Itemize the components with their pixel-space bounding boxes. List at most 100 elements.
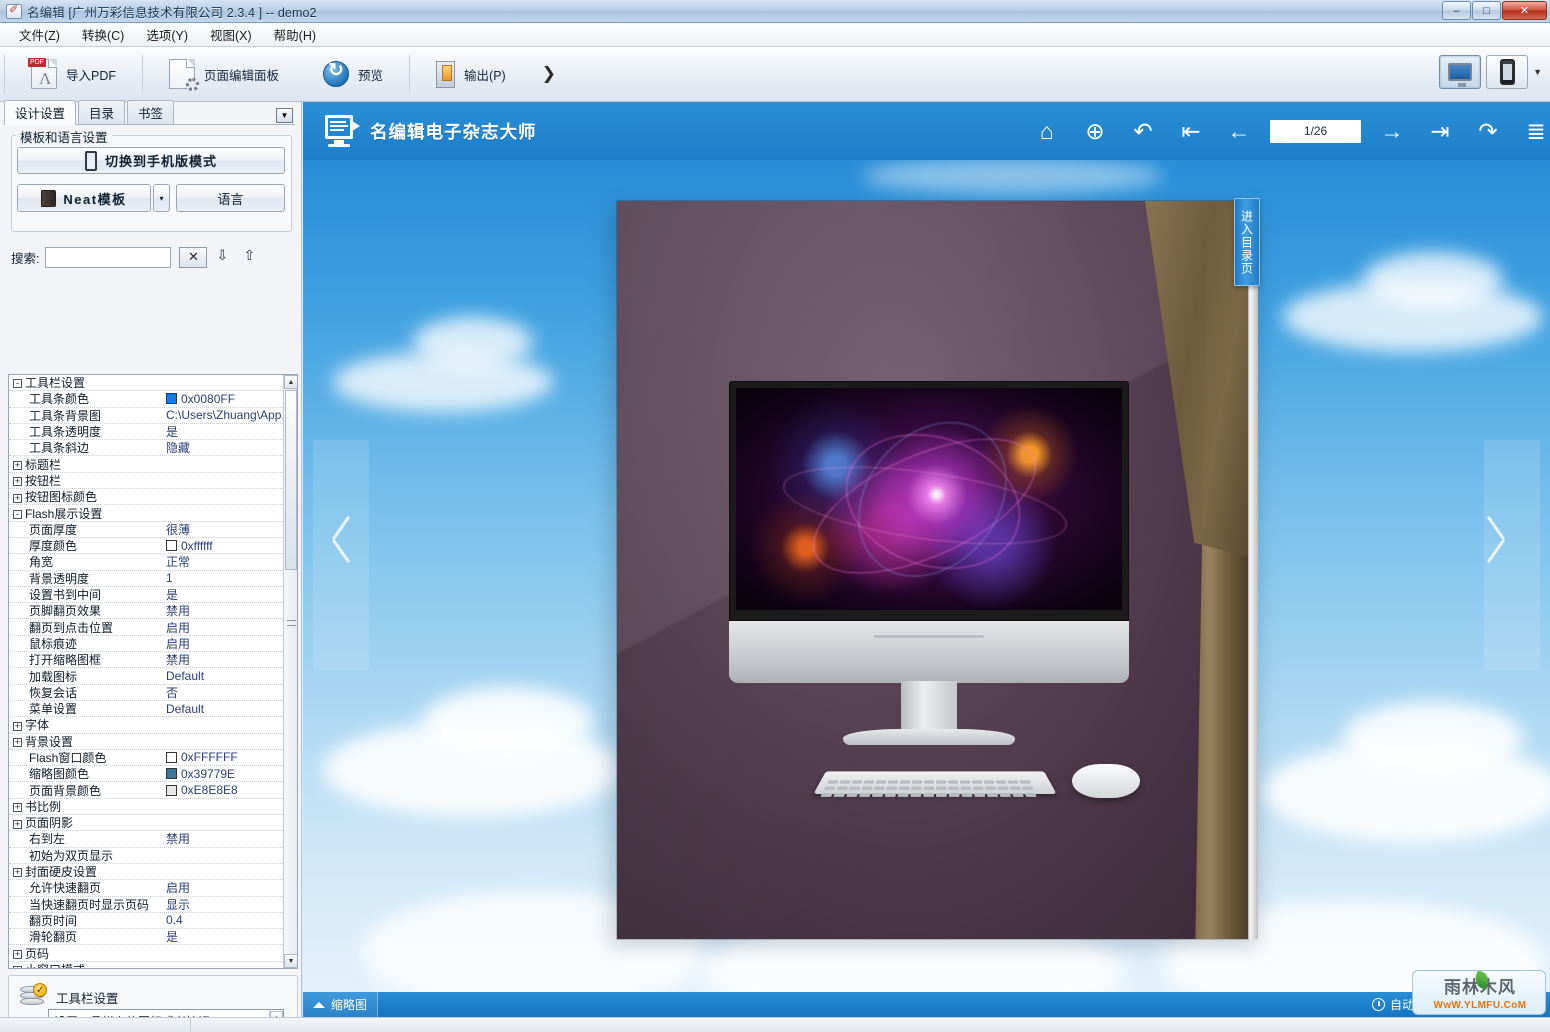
property-row[interactable]: 菜单设置 Default xyxy=(9,701,283,718)
property-row[interactable]: +小窗口模式 xyxy=(9,962,283,968)
property-row[interactable]: + 字体 xyxy=(9,717,283,734)
expand-icon[interactable]: + xyxy=(13,949,22,959)
previous-page-hotspot[interactable] xyxy=(313,440,369,670)
expand-icon[interactable]: + xyxy=(13,966,22,968)
property-row[interactable]: - Flash展示设置 xyxy=(9,505,283,522)
zoom-in-icon[interactable]: ⊕ xyxy=(1082,116,1108,146)
property-value[interactable]: 启用 xyxy=(160,879,283,896)
property-row[interactable]: 工具条颜色 0x0080FF xyxy=(9,391,283,408)
property-row[interactable]: 角宽 正常 xyxy=(9,553,283,571)
property-value[interactable]: 正常 xyxy=(160,553,283,570)
property-value[interactable]: 显示 xyxy=(160,896,283,913)
desktop-mode-button[interactable] xyxy=(1439,55,1482,89)
property-value[interactable]: 禁用 xyxy=(160,651,283,668)
property-value[interactable]: 1 xyxy=(160,571,283,585)
property-row[interactable]: + 按钮图标颜色 xyxy=(9,489,283,506)
property-value[interactable]: 0xffffff xyxy=(160,539,283,553)
menu-item-file[interactable]: 文件(Z) xyxy=(8,22,71,47)
more-commands-chevron-icon[interactable]: ❯ xyxy=(528,64,570,84)
property-value[interactable]: C:\Users\Zhuang\App... xyxy=(160,408,283,422)
expand-icon[interactable]: + xyxy=(13,721,22,731)
property-value[interactable]: 0xE8E8E8 xyxy=(160,783,283,797)
tab-bookmarks[interactable]: 书签 xyxy=(127,100,175,124)
collapse-icon[interactable]: - xyxy=(13,379,22,389)
property-row[interactable]: 页面背景颜色 0xE8E8E8 xyxy=(9,782,283,799)
output-button[interactable]: 输出(P) xyxy=(414,52,528,96)
scrollbar-thumb[interactable] xyxy=(285,390,297,570)
expand-icon[interactable]: + xyxy=(13,868,22,878)
import-pdf-button[interactable]: Λ 导入PDF xyxy=(9,52,138,96)
switch-to-mobile-mode-button[interactable]: 切换到手机版模式 xyxy=(17,147,285,174)
expand-icon[interactable]: + xyxy=(13,819,22,829)
menu-item-help[interactable]: 帮助(H) xyxy=(263,22,327,47)
menu-item-options[interactable]: 选项(Y) xyxy=(135,22,199,47)
menu-item-view[interactable]: 视图(X) xyxy=(199,22,263,47)
property-row[interactable]: 右到左 禁用 xyxy=(9,831,283,848)
template-button[interactable]: Neat模板 xyxy=(17,184,151,212)
redo-icon[interactable]: ↷ xyxy=(1475,116,1501,146)
sort-ascending-icon[interactable]: ⇧ xyxy=(243,247,261,267)
expand-icon[interactable]: + xyxy=(13,477,22,487)
property-row[interactable]: + 封面硬皮设置 xyxy=(9,864,283,881)
property-row[interactable]: 厚度颜色 0xffffff xyxy=(9,538,283,555)
panel-dropdown-icon[interactable]: ▼ xyxy=(276,108,293,123)
property-row[interactable]: 设置书到中间 是 xyxy=(9,586,283,604)
property-grid-scrollbar[interactable]: ▲ ▼ xyxy=(283,375,297,968)
property-value[interactable]: 0.4 xyxy=(160,913,283,927)
property-value[interactable]: 是 xyxy=(160,586,283,603)
page-number-input[interactable]: 1/26 xyxy=(1270,119,1361,143)
clear-search-button[interactable]: ✕ xyxy=(179,246,208,268)
property-row[interactable]: 滑轮翻页 是 xyxy=(9,928,283,946)
expand-icon[interactable]: + xyxy=(13,803,22,813)
search-input[interactable] xyxy=(45,246,172,268)
enter-toc-tab[interactable]: 进入目录页 xyxy=(1234,198,1260,286)
property-row[interactable]: 工具条斜边 隐藏 xyxy=(9,439,283,457)
page-curl[interactable] xyxy=(1144,201,1248,557)
scroll-down-button[interactable]: ▼ xyxy=(284,954,297,968)
thumbnails-button[interactable]: 缩略图 xyxy=(303,992,379,1017)
scroll-up-button[interactable]: ▲ xyxy=(284,375,297,389)
property-value[interactable]: 0x0080FF xyxy=(160,392,283,406)
property-value[interactable]: 很薄 xyxy=(160,521,283,538)
property-row[interactable]: Flash窗口颜色 0xFFFFFF xyxy=(9,750,283,767)
property-value[interactable]: 否 xyxy=(160,684,283,701)
property-value[interactable]: 0xFFFFFF xyxy=(160,750,283,764)
page-cover[interactable] xyxy=(617,201,1248,939)
property-value[interactable]: 禁用 xyxy=(160,602,283,619)
minimize-button[interactable]: – xyxy=(1442,1,1471,20)
property-value[interactable]: 是 xyxy=(160,928,283,945)
property-row[interactable]: 背景透明度 1 xyxy=(9,571,283,587)
chevron-down-icon[interactable]: ▼ xyxy=(1533,67,1542,77)
property-row[interactable]: + 页码 xyxy=(9,945,283,962)
expand-icon[interactable]: + xyxy=(13,738,22,748)
property-row[interactable]: + 标题栏 xyxy=(9,456,283,473)
preview-button[interactable]: 预览 xyxy=(301,52,405,96)
home-icon[interactable]: ⌂ xyxy=(1034,116,1060,146)
property-row[interactable]: - 工具栏设置 xyxy=(9,375,283,392)
property-value[interactable]: 隐藏 xyxy=(160,439,283,456)
next-page-hotspot[interactable] xyxy=(1484,440,1540,670)
first-page-icon[interactable]: ⇤ xyxy=(1178,116,1204,146)
property-row[interactable]: 初始为双页显示 xyxy=(9,848,283,864)
menu-item-convert[interactable]: 转换(C) xyxy=(71,22,135,47)
property-row[interactable]: 页面厚度 很薄 xyxy=(9,522,283,538)
property-row[interactable]: 翻页时间 0.4 xyxy=(9,913,283,930)
next-page-icon[interactable]: → xyxy=(1379,116,1405,146)
property-row[interactable]: 加载图标 Default xyxy=(9,668,283,685)
tab-design-settings[interactable]: 设计设置 xyxy=(4,100,77,125)
expand-icon[interactable]: + xyxy=(13,493,22,503)
property-value[interactable]: 启用 xyxy=(160,619,283,636)
property-row[interactable]: 打开缩略图框 禁用 xyxy=(9,651,283,669)
property-row[interactable]: 缩略图颜色 0x39779E xyxy=(9,766,283,783)
undo-icon[interactable]: ↶ xyxy=(1130,116,1156,146)
template-dropdown-button[interactable]: ▾ xyxy=(153,184,170,212)
property-value[interactable]: 启用 xyxy=(160,635,283,652)
mobile-mode-button[interactable] xyxy=(1486,55,1529,89)
property-row[interactable]: + 页面阴影 xyxy=(9,815,283,832)
property-row[interactable]: 页脚翻页效果 禁用 xyxy=(9,602,283,620)
property-row[interactable]: 当快速翻页时显示页码 显示 xyxy=(9,897,283,913)
language-button[interactable]: 语言 xyxy=(176,184,285,212)
close-button[interactable]: ✕ xyxy=(1502,1,1547,20)
property-row[interactable]: 恢复会话 否 xyxy=(9,685,283,701)
prev-page-icon[interactable]: ← xyxy=(1226,116,1252,146)
